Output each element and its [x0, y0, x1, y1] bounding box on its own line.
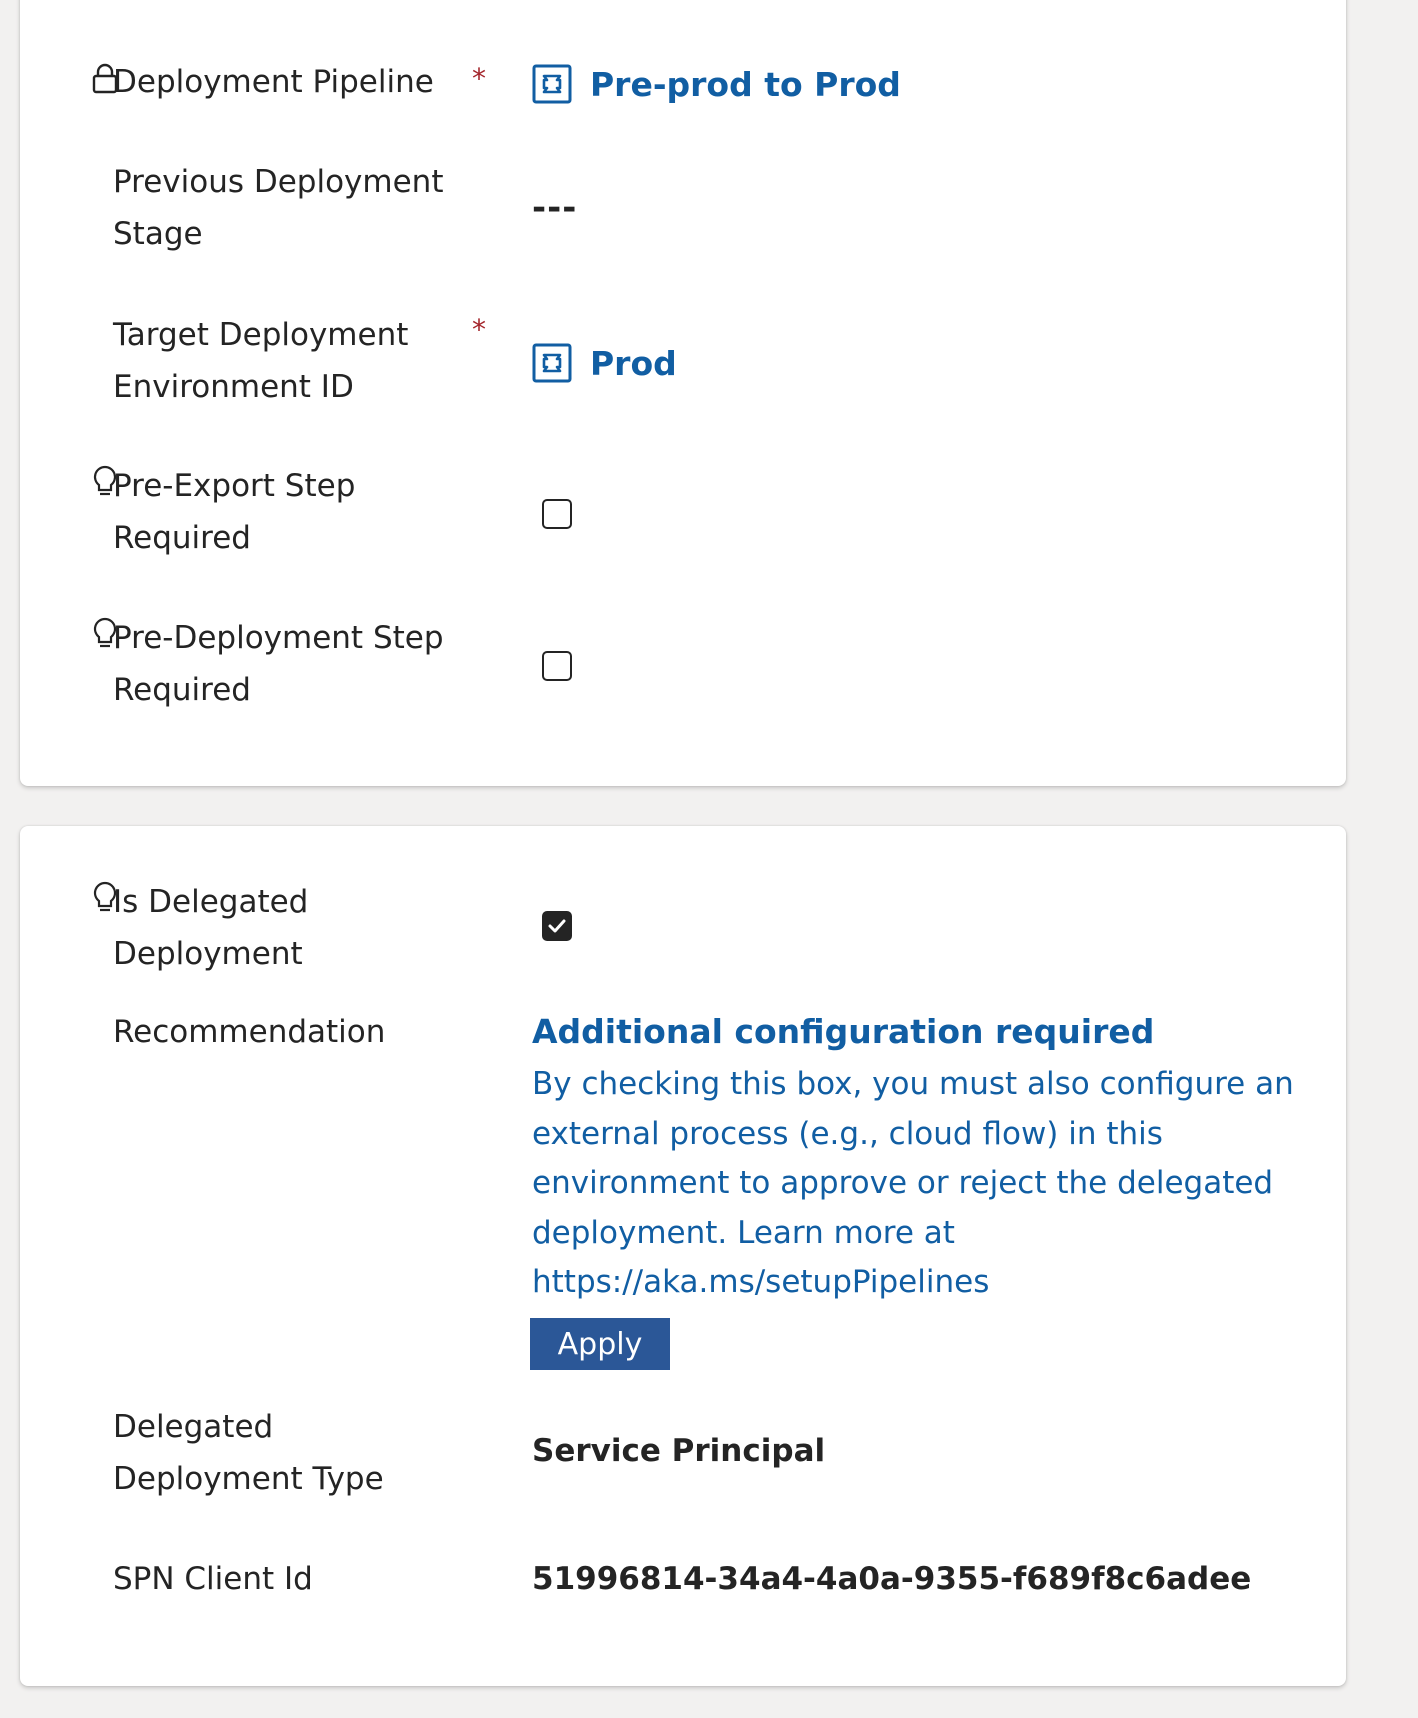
- field-pre-export-step: Pre-Export Step Required: [20, 460, 1346, 570]
- previous-stage-value: ---: [532, 188, 578, 228]
- deployment-pipeline-label: Deployment Pipeline: [113, 64, 434, 100]
- pre-deployment-label-line2: Required: [113, 672, 251, 708]
- spn-client-id-label: SPN Client Id: [113, 1561, 313, 1597]
- target-environment-label-line2: Environment ID: [113, 369, 354, 405]
- pre-deployment-label: Pre-Deployment Step Required: [113, 612, 453, 716]
- previous-stage-label-line2: Stage: [113, 216, 203, 252]
- delegated-type-label-line1: Delegated: [113, 1409, 274, 1445]
- entity-record-icon: [532, 343, 572, 383]
- deployment-pipeline-value: Pre-prod to Prod: [590, 64, 901, 104]
- target-environment-value: Prod: [590, 343, 677, 383]
- pre-deployment-checkbox[interactable]: [542, 651, 572, 681]
- entity-record-icon: [532, 64, 572, 104]
- previous-stage-label-line1: Previous Deployment: [113, 164, 444, 200]
- deployment-pipeline-lookup[interactable]: Pre-prod to Prod: [532, 64, 901, 104]
- recommendation-line: deployment. Learn more at: [532, 1214, 955, 1251]
- recommendation-link[interactable]: https://aka.ms/setupPipelines: [532, 1258, 1322, 1308]
- checkmark-icon: [548, 919, 566, 933]
- apply-button[interactable]: Apply: [530, 1318, 670, 1370]
- pre-export-checkbox[interactable]: [542, 499, 572, 529]
- field-deployment-pipeline: Deployment Pipeline * Pre-prod to Prod: [20, 56, 1346, 126]
- spn-client-id-value: 51996814-34a4-4a0a-9355-f689f8c6adee: [532, 1561, 1252, 1597]
- pre-export-label-line1: Pre-Export Step: [113, 468, 356, 504]
- field-spn-client-id: SPN Client Id 51996814-34a4-4a0a-9355-f6…: [20, 1553, 1346, 1623]
- recommendation-label: Recommendation: [113, 1014, 386, 1050]
- target-environment-label: Target Deployment Environment ID: [113, 309, 453, 413]
- field-previous-deployment-stage: Previous Deployment Stage ---: [20, 156, 1346, 266]
- target-environment-label-line1: Target Deployment: [113, 317, 409, 353]
- required-asterisk: *: [472, 313, 486, 346]
- is-delegated-checkbox[interactable]: [542, 911, 572, 941]
- field-recommendation: Recommendation Additional configuration …: [20, 1006, 1346, 1406]
- recommendation-line: environment to approve or reject the del…: [532, 1165, 1274, 1201]
- field-delegated-type: Delegated Deployment Type Service Princi…: [20, 1401, 1346, 1511]
- delegated-type-label: Delegated Deployment Type: [113, 1401, 453, 1505]
- is-delegated-label-line2: Deployment: [113, 936, 303, 972]
- pre-export-label-line2: Required: [113, 520, 251, 556]
- previous-stage-label: Previous Deployment Stage: [113, 156, 453, 260]
- delegated-deployment-card: Is Delegated Deployment Recommendation A…: [20, 826, 1346, 1686]
- recommendation-line: By checking this box, you must also conf…: [532, 1066, 1294, 1102]
- pre-deployment-label-line1: Pre-Deployment Step: [113, 620, 444, 656]
- delegated-type-value: Service Principal: [532, 1433, 826, 1469]
- field-target-environment: Target Deployment Environment ID * Prod: [20, 309, 1346, 419]
- recommendation-body: By checking this box, you must also conf…: [532, 1060, 1322, 1308]
- pipeline-details-card: Deployment Pipeline * Pre-prod to Prod P…: [20, 0, 1346, 786]
- field-is-delegated: Is Delegated Deployment: [20, 876, 1346, 986]
- recommendation-title: Additional configuration required: [532, 1012, 1155, 1051]
- recommendation-line: external process (e.g., cloud flow) in t…: [532, 1115, 1163, 1152]
- field-pre-deployment-step: Pre-Deployment Step Required: [20, 612, 1346, 722]
- required-asterisk: *: [472, 62, 486, 95]
- is-delegated-label: Is Delegated Deployment: [113, 876, 453, 980]
- is-delegated-label-line1: Is Delegated: [113, 884, 309, 920]
- delegated-type-label-line2: Deployment Type: [113, 1461, 384, 1497]
- target-environment-lookup[interactable]: Prod: [532, 343, 677, 383]
- pre-export-label: Pre-Export Step Required: [113, 460, 453, 564]
